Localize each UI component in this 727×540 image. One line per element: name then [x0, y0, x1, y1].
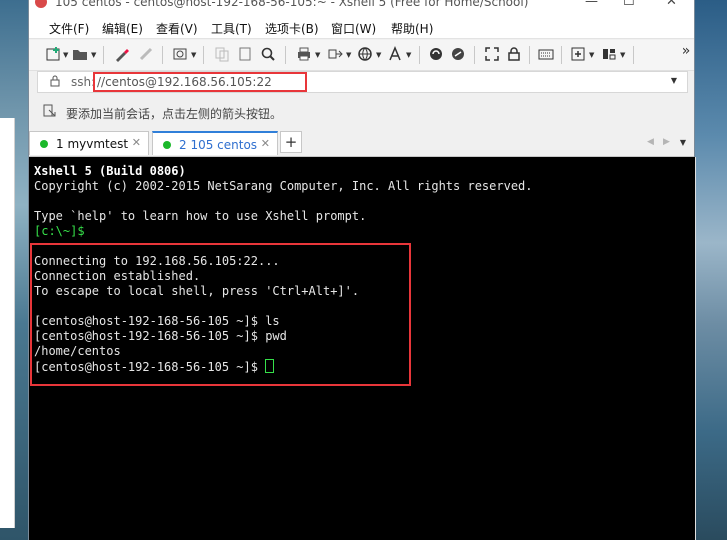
session-hint-text: 要添加当前会话，点击左侧的箭头按钮。	[66, 107, 283, 121]
menu-help[interactable]: 帮助(H)	[391, 20, 433, 37]
terminal-highlight-box	[30, 243, 411, 386]
layout-icon[interactable]	[600, 46, 618, 64]
terminal-line: Xshell 5 (Build 0806)	[34, 164, 186, 178]
xshell-window: 105 centos - centos@host-192-168-56-105:…	[28, 0, 696, 540]
new-session-dropdown-icon[interactable]: ▼	[63, 51, 68, 59]
toolbar: ▼ ▼ ▼ ▼ ▼ ▼ ▼ ▼ ▼ »	[29, 40, 694, 71]
tab-close-icon[interactable]: ✕	[132, 136, 141, 149]
open-dropdown-icon[interactable]: ▼	[91, 51, 96, 59]
lock-icon	[50, 75, 60, 90]
tab-close-icon[interactable]: ✕	[261, 137, 270, 150]
toolbar-separator	[162, 46, 163, 64]
tab-next-icon[interactable]: ▶	[663, 137, 670, 147]
transfer-icon[interactable]	[326, 46, 344, 64]
tab-105-centos[interactable]: 2 105 centos ✕	[152, 131, 278, 155]
keyboard-icon[interactable]	[537, 46, 555, 64]
menu-tabs[interactable]: 选项卡(B)	[265, 20, 319, 37]
minimize-button[interactable]: —	[585, 0, 598, 9]
new-tab-dropdown-icon[interactable]: ▼	[589, 51, 594, 59]
toolbar-separator	[419, 46, 420, 64]
toolbar-separator	[529, 46, 530, 64]
find-icon[interactable]	[259, 46, 277, 64]
add-tab-button[interactable]: +	[280, 131, 302, 153]
toolbar-separator	[561, 46, 562, 64]
address-bar[interactable]: ssh: //centos@192.168.56.105:22 ▼	[37, 71, 688, 93]
tab-myvmtest[interactable]: 1 myvmtest ✕	[29, 131, 149, 155]
paste-icon[interactable]	[236, 46, 254, 64]
connect-icon[interactable]	[171, 46, 189, 64]
properties-icon[interactable]	[113, 46, 131, 64]
tab-label: 1 myvmtest	[56, 137, 129, 151]
toolbar-overflow-icon[interactable]: »	[677, 42, 695, 60]
terminal-line: [c:\~]$	[34, 224, 85, 238]
connect-dropdown-icon[interactable]: ▼	[191, 51, 196, 59]
layout-dropdown-icon[interactable]: ▼	[620, 51, 625, 59]
xftp-icon[interactable]	[427, 46, 445, 64]
close-button[interactable]: ✕	[666, 0, 677, 9]
new-tab-icon[interactable]	[569, 46, 587, 64]
maximize-button[interactable]: ☐	[623, 0, 635, 9]
xshell-app-icon	[35, 0, 47, 8]
tab-bar: 1 myvmtest ✕ 2 105 centos ✕ + ◀ ▶ ▼	[29, 129, 694, 157]
tab-label: 2 105 centos	[179, 138, 258, 152]
menu-window[interactable]: 窗口(W)	[331, 20, 376, 37]
print-icon[interactable]	[295, 46, 313, 64]
script-icon[interactable]	[449, 46, 467, 64]
copy-icon[interactable]	[213, 46, 231, 64]
globe-dropdown-icon[interactable]: ▼	[376, 51, 381, 59]
session-bar: 要添加当前会话，点击左侧的箭头按钮。	[29, 96, 694, 124]
tab-prev-icon[interactable]: ◀	[647, 137, 654, 147]
new-session-icon[interactable]	[45, 46, 63, 64]
toolbar-separator	[285, 46, 286, 64]
font-dropdown-icon[interactable]: ▼	[406, 51, 411, 59]
menu-tools[interactable]: 工具(T)	[211, 20, 252, 37]
menu-bar: 文件(F) 编辑(E) 查看(V) 工具(T) 选项卡(B) 窗口(W) 帮助(…	[29, 14, 694, 39]
background-window-edge	[0, 118, 15, 528]
menu-view[interactable]: 查看(V)	[156, 20, 198, 37]
toolbar-separator	[203, 46, 204, 64]
terminal-line: Copyright (c) 2002-2015 NetSarang Comput…	[34, 179, 533, 193]
terminal-line: Type `help' to learn how to use Xshell p…	[34, 209, 367, 223]
add-session-arrow-icon[interactable]	[43, 104, 57, 121]
address-dropdown-icon[interactable]: ▼	[671, 76, 677, 85]
menu-edit[interactable]: 编辑(E)	[102, 20, 143, 37]
print-dropdown-icon[interactable]: ▼	[315, 51, 320, 59]
toolbar-separator	[633, 46, 634, 64]
open-folder-icon[interactable]	[71, 46, 89, 64]
toolbar-separator	[103, 46, 104, 64]
terminal-scrollbar[interactable]	[695, 157, 696, 540]
desktop-background-right	[695, 0, 727, 540]
window-title: 105 centos - centos@host-192-168-56-105:…	[55, 0, 529, 9]
address-highlight-box	[93, 72, 307, 92]
tab-menu-icon[interactable]: ▼	[680, 138, 686, 147]
transfer-dropdown-icon[interactable]: ▼	[346, 51, 351, 59]
address-protocol: ssh:	[71, 75, 96, 89]
connection-status-icon	[163, 141, 171, 149]
disconnect-icon[interactable]	[137, 46, 155, 64]
toolbar-separator	[474, 46, 475, 64]
font-icon[interactable]	[386, 46, 404, 64]
title-bar: 105 centos - centos@host-192-168-56-105:…	[29, 0, 694, 14]
lock-icon[interactable]	[505, 46, 523, 64]
terminal-area[interactable]: Xshell 5 (Build 0806) Copyright (c) 2002…	[29, 157, 695, 540]
menu-file[interactable]: 文件(F)	[49, 20, 89, 37]
fullscreen-icon[interactable]	[483, 46, 501, 64]
connection-status-icon	[40, 140, 48, 148]
globe-icon[interactable]	[356, 46, 374, 64]
